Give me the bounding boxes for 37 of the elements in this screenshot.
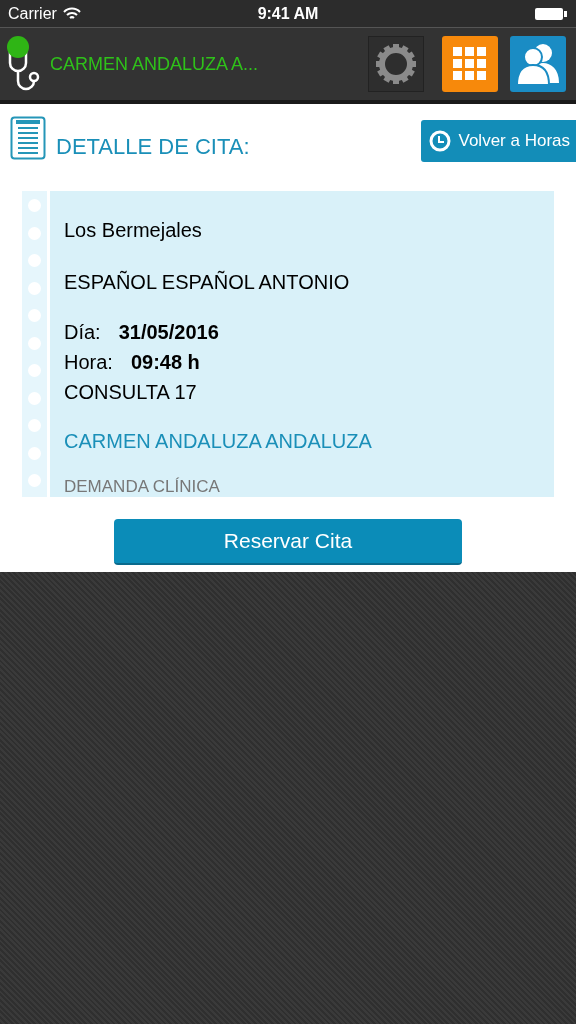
binder-hole [28, 474, 41, 487]
hour-value: 09:48 h [130, 350, 200, 375]
patient-name: CARMEN ANDALUZA ANDALUZA [64, 429, 372, 454]
notepad-icon [10, 116, 46, 160]
users-icon [515, 43, 561, 85]
user-name: CARMEN ANDALUZA A... [50, 52, 260, 76]
binder-hole [28, 336, 41, 350]
binder-hole [28, 254, 41, 267]
binder-hole [28, 281, 41, 295]
hour-label: Hora: [64, 350, 113, 375]
settings-button[interactable] [368, 36, 424, 92]
reserve-button[interactable]: Reservar Cita [114, 519, 462, 565]
appointment-type: DEMANDA CLÍNICA [64, 476, 221, 498]
room-name: CONSULTA 17 [64, 380, 198, 405]
carrier-label: Carrier [8, 3, 57, 24]
day-label: Día: [64, 320, 101, 345]
battery-icon [534, 6, 568, 21]
binder-hole [28, 309, 41, 322]
clock-icon [428, 130, 451, 152]
day-value: 31/05/2016 [118, 320, 219, 345]
wifi-icon [62, 6, 81, 21]
settings-icon [375, 43, 417, 85]
binder-hole [28, 364, 41, 377]
clock-time: 9:41 AM [257, 3, 319, 24]
grid-menu-button[interactable] [442, 36, 498, 92]
binder-hole [28, 446, 41, 460]
professional-name: ESPAÑOL ESPAÑOL ANTONIO [64, 269, 351, 295]
users-button[interactable] [510, 36, 566, 92]
stethoscope-icon [4, 35, 42, 93]
binder-hole [28, 419, 41, 432]
back-to-hours-button[interactable]: Volver a Horas [420, 120, 576, 162]
center-name: Los Bermejales [64, 218, 203, 243]
binder-hole [28, 391, 41, 405]
section-title: DETALLE DE CITA: [56, 133, 251, 161]
binder-hole [28, 226, 41, 240]
grid-icon [453, 47, 487, 81]
binder-hole [28, 199, 41, 212]
